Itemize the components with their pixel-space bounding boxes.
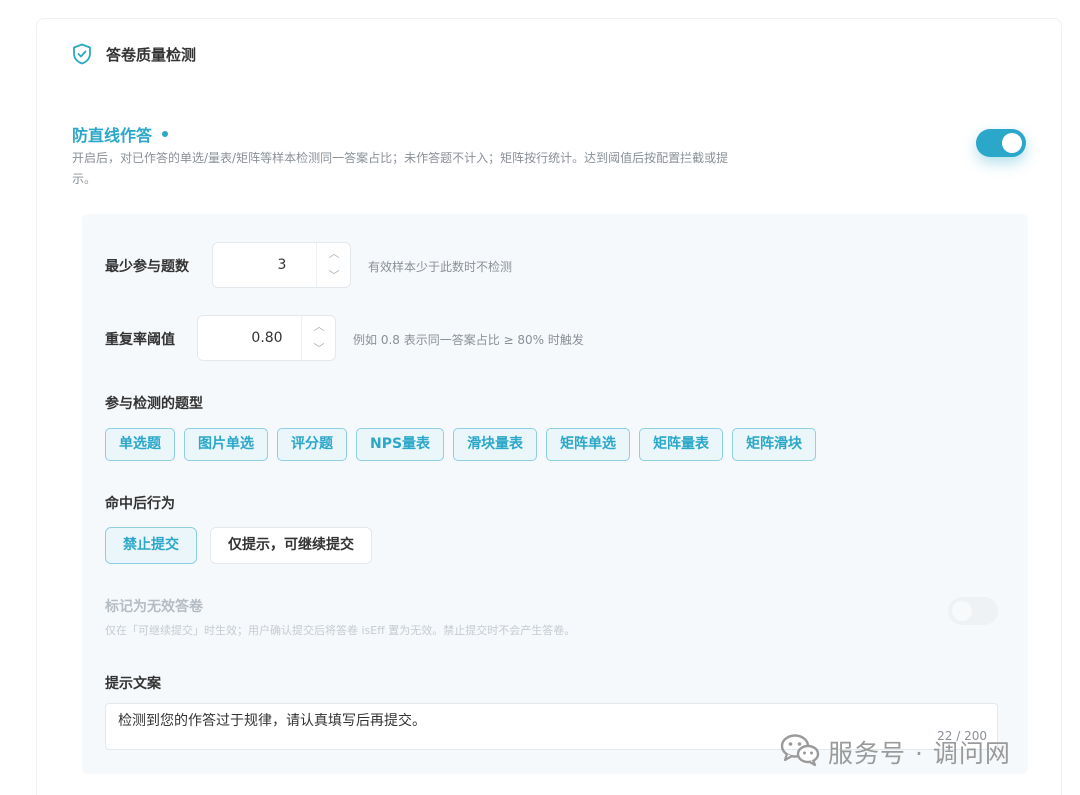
option-warn-only[interactable]: 仅提示，可继续提交 [210, 527, 372, 564]
repeat-threshold-hint: 例如 0.8 表示同一答案占比 ≥ 80% 时触发 [353, 333, 584, 347]
tag-matrix-single[interactable]: 矩阵单选 [546, 428, 631, 461]
tag-nps-scale[interactable]: NPS量表 [356, 428, 445, 461]
mark-invalid-toggle[interactable] [948, 597, 998, 625]
status-dot [162, 131, 169, 137]
shield-check-icon [72, 43, 92, 65]
decrement-icon[interactable]: ﹀ [302, 338, 336, 360]
stepper-arrows: ︿ ﹀ [316, 243, 350, 287]
settings-panel [82, 214, 1028, 774]
action-options: 禁止提交 仅提示，可继续提交 [105, 527, 372, 564]
mark-invalid-label: 标记为无效答卷 [105, 599, 203, 615]
toggle-knob [1002, 133, 1022, 153]
option-block-submit[interactable]: 禁止提交 [105, 527, 197, 564]
repeat-threshold-stepper[interactable]: 0.80 ︿ ﹀ [197, 315, 336, 361]
tag-slider-scale[interactable]: 滑块量表 [453, 428, 538, 461]
question-type-tags: 单选题 图片单选 评分题 NPS量表 滑块量表 矩阵单选 矩阵量表 矩阵滑块 [105, 428, 817, 461]
mark-invalid-description: 仅在「可继续提交」时生效；用户确认提交后将答卷 isEff 置为无效。禁止提交时… [105, 624, 576, 637]
section-header: 答卷质量检测 [72, 40, 196, 68]
section-title: 答卷质量检测 [106, 45, 197, 64]
watermark-text: 服务号 · 调问网 [828, 739, 1011, 768]
min-questions-label: 最少参与题数 [105, 259, 189, 275]
tag-single-choice[interactable]: 单选题 [105, 428, 175, 461]
feature-title: 防直线作答 [72, 122, 169, 146]
wechat-icon [780, 733, 820, 771]
increment-icon[interactable]: ︿ [302, 316, 336, 338]
tag-matrix-slider[interactable]: 矩阵滑块 [732, 428, 817, 461]
min-questions-stepper[interactable]: 3 ︿ ﹀ [212, 242, 351, 288]
tag-matrix-scale[interactable]: 矩阵量表 [639, 428, 724, 461]
increment-icon[interactable]: ︿ [317, 243, 351, 265]
question-types-label: 参与检测的题型 [105, 396, 203, 412]
feature-toggle[interactable] [976, 129, 1026, 157]
toggle-knob [952, 601, 972, 621]
tag-rating[interactable]: 评分题 [277, 428, 347, 461]
min-questions-hint: 有效样本少于此数时不检测 [368, 260, 513, 274]
decrement-icon[interactable]: ﹀ [317, 265, 351, 287]
prompt-text-label: 提示文案 [105, 676, 161, 692]
tag-image-single[interactable]: 图片单选 [184, 428, 268, 461]
feature-description: 开启后，对已作答的单选/量表/矩阵等样本检测同一答案占比；未作答题不计入；矩阵按… [72, 151, 729, 186]
watermark: 服务号 · 调问网 [780, 732, 1011, 772]
repeat-threshold-label: 重复率阈值 [105, 332, 175, 348]
action-label: 命中后行为 [105, 496, 175, 512]
stepper-arrows: ︿ ﹀ [301, 316, 335, 360]
feature-title-text: 防直线作答 [72, 126, 153, 145]
prompt-text-value[interactable]: 检测到您的作答过于规律，请认真填写后再提交。 [118, 710, 426, 730]
